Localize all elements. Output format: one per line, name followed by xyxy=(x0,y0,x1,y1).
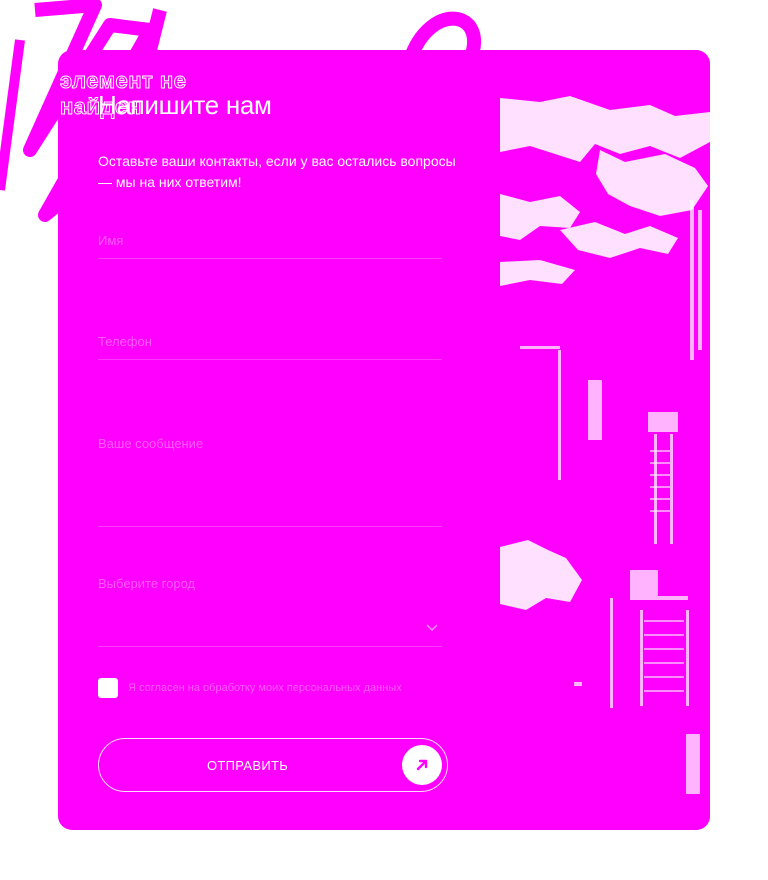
name-field xyxy=(98,233,442,259)
submit-arrow-circle xyxy=(402,745,442,785)
city-select-field: Выберите город xyxy=(98,576,442,647)
message-field xyxy=(98,436,442,527)
form-title: Напишите нам xyxy=(98,90,272,120)
page: элемент не найден Напишите нам Оставьте … xyxy=(0,0,768,880)
phone-input[interactable] xyxy=(98,334,442,360)
consent-row: Я согласен на обработку моих персональны… xyxy=(98,678,402,698)
chevron-down-icon xyxy=(426,624,438,632)
name-input[interactable] xyxy=(98,233,442,259)
submit-button-label: ОТПРАВИТЬ xyxy=(207,758,289,773)
city-photo xyxy=(500,50,710,830)
arrow-up-right-icon xyxy=(416,759,428,771)
city-select-label: Выберите город xyxy=(98,576,196,591)
form-subtitle: Оставьте ваши контакты, если у вас остал… xyxy=(98,153,456,190)
phone-field xyxy=(98,334,442,360)
city-select[interactable] xyxy=(98,614,442,647)
message-input[interactable] xyxy=(98,436,442,527)
consent-label: Я согласен на обработку моих персональны… xyxy=(128,682,402,694)
submit-button[interactable]: ОТПРАВИТЬ xyxy=(98,738,448,792)
consent-checkbox[interactable] xyxy=(98,678,118,698)
